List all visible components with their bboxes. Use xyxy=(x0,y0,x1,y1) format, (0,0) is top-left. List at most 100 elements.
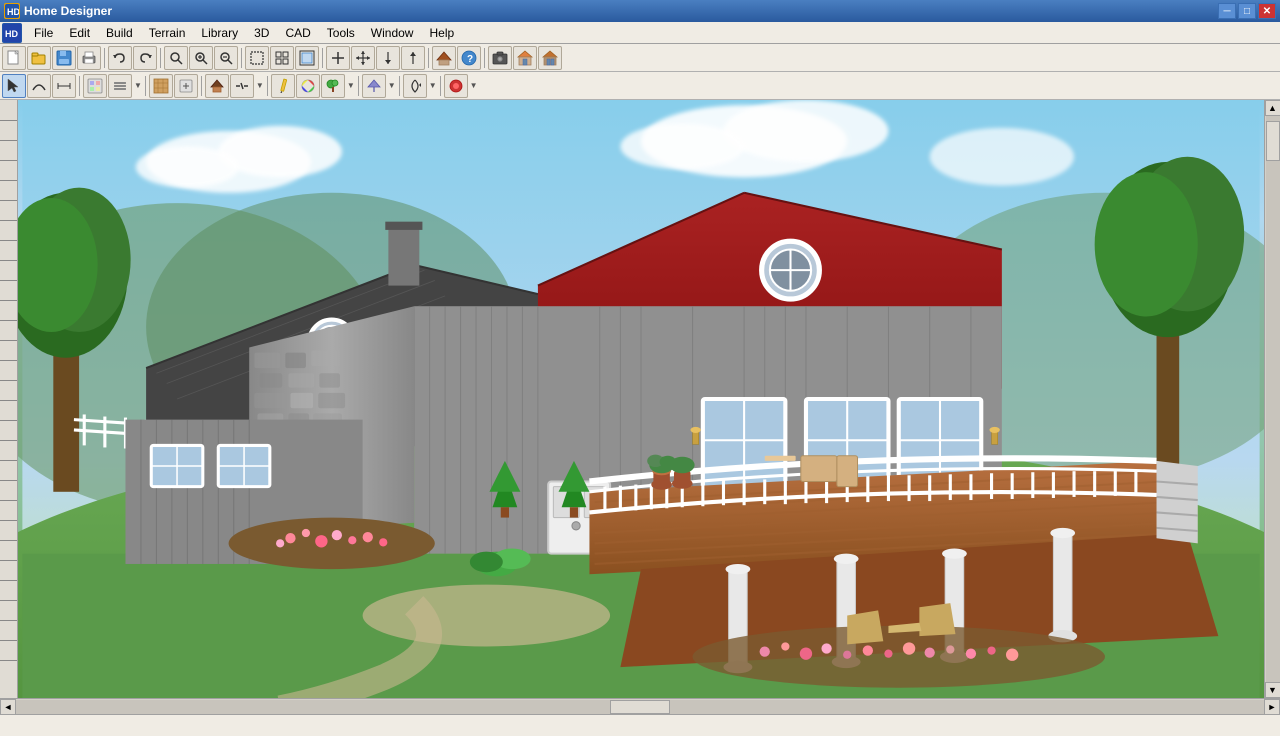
house-back-button[interactable] xyxy=(538,46,562,70)
pencil-button[interactable] xyxy=(271,74,295,98)
menu-bar: HD File Edit Build Terrain Library 3D CA… xyxy=(0,22,1280,44)
layer-tool-button[interactable] xyxy=(108,74,132,98)
roof-button[interactable] xyxy=(432,46,456,70)
zoom-in-button[interactable] xyxy=(189,46,213,70)
fill-tool-button[interactable] xyxy=(83,74,107,98)
ruler-mark xyxy=(0,240,17,241)
scroll-right-button[interactable]: ► xyxy=(1264,699,1280,715)
ruler-mark xyxy=(0,440,17,441)
ruler-mark xyxy=(0,660,17,661)
roof-tool-button[interactable] xyxy=(205,74,229,98)
ruler-mark xyxy=(0,400,17,401)
plant-dropdown-arrow[interactable]: ▼ xyxy=(347,81,355,90)
ruler-mark xyxy=(0,580,17,581)
cross-button[interactable] xyxy=(351,46,375,70)
menu-3d[interactable]: 3D xyxy=(246,22,277,43)
ruler-mark xyxy=(0,220,17,221)
save-button[interactable] xyxy=(52,46,76,70)
open-button[interactable] xyxy=(27,46,51,70)
scroll-down-button[interactable]: ▼ xyxy=(1265,682,1280,698)
separator-t2-3 xyxy=(201,76,202,96)
arrow-down-button[interactable] xyxy=(376,46,400,70)
plant-dropdown[interactable]: ▼ xyxy=(346,81,355,90)
zoom-all-button[interactable] xyxy=(295,46,319,70)
house-render xyxy=(18,100,1264,698)
close-button[interactable]: ✕ xyxy=(1258,3,1276,19)
ruler-mark xyxy=(0,260,17,261)
redo-button[interactable] xyxy=(133,46,157,70)
rec-button[interactable] xyxy=(444,74,468,98)
menu-tools[interactable]: Tools xyxy=(319,22,363,43)
ruler-mark xyxy=(0,420,17,421)
title-bar: HD Home Designer ─ □ ✕ xyxy=(0,0,1280,22)
ruler-mark xyxy=(0,200,17,201)
plant-button[interactable] xyxy=(321,74,345,98)
color-button[interactable] xyxy=(296,74,320,98)
curve-tool-button[interactable] xyxy=(27,74,51,98)
menu-file[interactable]: File xyxy=(26,22,61,43)
material-button[interactable] xyxy=(149,74,173,98)
rec-dropdown[interactable]: ▼ xyxy=(469,81,478,90)
new-button[interactable] xyxy=(2,46,26,70)
house-front-button[interactable] xyxy=(513,46,537,70)
separator-t2-1 xyxy=(79,76,80,96)
separator-2 xyxy=(160,48,161,68)
menu-help[interactable]: Help xyxy=(421,22,462,43)
separator-1 xyxy=(104,48,105,68)
left-ruler xyxy=(0,100,18,698)
find-button[interactable] xyxy=(164,46,188,70)
break-dropdown[interactable]: ▼ xyxy=(255,81,264,90)
separator-t2-7 xyxy=(440,76,441,96)
ruler-mark xyxy=(0,320,17,321)
maximize-button[interactable]: □ xyxy=(1238,3,1256,19)
ruler-mark xyxy=(0,460,17,461)
rec-dropdown-arrow[interactable]: ▼ xyxy=(470,81,478,90)
help-button[interactable]: ? xyxy=(457,46,481,70)
h-scroll-thumb[interactable] xyxy=(610,700,670,714)
transform-button[interactable] xyxy=(403,74,427,98)
layer-dropdown[interactable]: ▼ xyxy=(133,81,142,90)
transform-dropdown[interactable]: ▼ xyxy=(428,81,437,90)
separator-t2-6 xyxy=(399,76,400,96)
menu-build[interactable]: Build xyxy=(98,22,141,43)
undo-button[interactable] xyxy=(108,46,132,70)
menu-edit[interactable]: Edit xyxy=(61,22,98,43)
menu-terrain[interactable]: Terrain xyxy=(141,22,194,43)
zoom-out-button[interactable] xyxy=(214,46,238,70)
elevation-button[interactable] xyxy=(362,74,386,98)
main-area: ▲ ▼ xyxy=(0,100,1280,698)
elevation-dropdown-arrow[interactable]: ▼ xyxy=(388,81,396,90)
select-rect-button[interactable] xyxy=(245,46,269,70)
layer-dropdown-arrow[interactable]: ▼ xyxy=(134,81,142,90)
menu-library[interactable]: Library xyxy=(193,22,246,43)
h-scroll-track[interactable] xyxy=(16,700,1264,714)
ruler-mark xyxy=(0,340,17,341)
elevation-dropdown[interactable]: ▼ xyxy=(387,81,396,90)
arrow-up-button[interactable] xyxy=(401,46,425,70)
break-button[interactable] xyxy=(230,74,254,98)
ruler-mark xyxy=(0,120,17,121)
print-button[interactable] xyxy=(77,46,101,70)
minimize-button[interactable]: ─ xyxy=(1218,3,1236,19)
ruler-mark xyxy=(0,380,17,381)
ruler-mark xyxy=(0,500,17,501)
scroll-thumb[interactable] xyxy=(1266,121,1280,161)
break-dropdown-arrow[interactable]: ▼ xyxy=(256,81,264,90)
select-tool-button[interactable] xyxy=(2,74,26,98)
add-button[interactable] xyxy=(326,46,350,70)
menu-window[interactable]: Window xyxy=(363,22,422,43)
canvas-area[interactable] xyxy=(18,100,1264,698)
ruler-mark xyxy=(0,560,17,561)
transform-dropdown-arrow[interactable]: ▼ xyxy=(429,81,437,90)
menu-cad[interactable]: CAD xyxy=(277,22,318,43)
ruler-mark xyxy=(0,620,17,621)
toolbar-1: ? xyxy=(0,44,1280,72)
camera-button[interactable] xyxy=(488,46,512,70)
open-symbol-button[interactable] xyxy=(174,74,198,98)
dimension-tool-button[interactable] xyxy=(52,74,76,98)
scroll-left-button[interactable]: ◄ xyxy=(0,699,16,715)
scroll-track[interactable] xyxy=(1266,116,1280,682)
ruler-mark xyxy=(0,300,17,301)
fit-button[interactable] xyxy=(270,46,294,70)
scroll-up-button[interactable]: ▲ xyxy=(1265,100,1280,116)
